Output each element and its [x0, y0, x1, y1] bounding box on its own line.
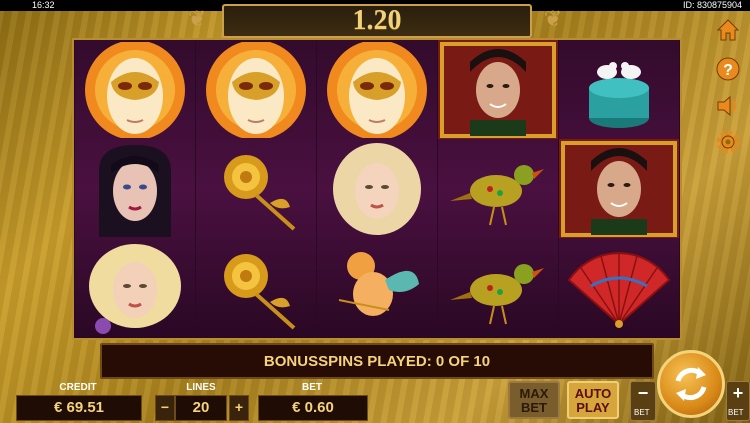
credit-value: € 69.51	[16, 395, 142, 421]
max-bet-label-1: MAX	[519, 386, 549, 401]
symbol-golden-rose	[196, 139, 316, 238]
right-scroll-ornament: ❦	[543, 6, 563, 31]
symbol-cupid	[317, 238, 437, 337]
symbol-red-fan	[559, 238, 679, 337]
reel-4	[438, 40, 558, 338]
bonus-spins-message: BONUSSPINS PLAYED: 0 OF 10	[263, 352, 491, 370]
symbol-venetian-mask	[75, 40, 195, 139]
lines-minus-button[interactable]: −	[155, 395, 175, 421]
symbol-jeweled-bird	[438, 238, 558, 337]
reel-3	[317, 40, 437, 338]
spin-button[interactable]	[657, 350, 725, 418]
bet-minus-label: BET	[634, 408, 650, 417]
help-icon[interactable]: ?	[714, 55, 742, 83]
win-value: 1.20	[352, 5, 402, 36]
home-icon[interactable]	[714, 16, 742, 44]
symbol-blonde-woman-flower	[75, 238, 195, 337]
game-id: ID: 830875904	[682, 0, 742, 10]
bet-label: BET	[302, 382, 322, 393]
auto-play-label-2: PLAY	[576, 400, 610, 415]
message-bar: BONUSSPINS PLAYED: 0 OF 10	[100, 343, 654, 379]
lines-plus-button[interactable]: +	[229, 395, 249, 421]
symbol-dark-haired-woman	[75, 139, 195, 238]
auto-play-label-1: AUTO	[574, 386, 612, 401]
reel-1	[75, 40, 195, 338]
bet-minus-symbol: −	[637, 383, 649, 403]
settings-icon[interactable]	[714, 128, 742, 156]
credit-label: CREDIT	[59, 382, 97, 393]
clock: 16:32	[32, 0, 55, 10]
symbol-man-portrait	[559, 139, 679, 238]
lines-label: LINES	[186, 382, 216, 393]
max-bet-button[interactable]: MAX BET	[508, 381, 560, 419]
reel-area	[72, 38, 682, 340]
reel-5	[559, 40, 679, 338]
svg-text:?: ?	[723, 62, 733, 79]
left-scroll-ornament: ❦	[187, 6, 207, 31]
sound-icon[interactable]	[714, 92, 742, 120]
symbol-jeweled-bird	[438, 139, 558, 238]
symbol-man-portrait	[438, 40, 558, 139]
max-bet-label-2: BET	[521, 400, 547, 415]
symbol-blonde-woman	[317, 139, 437, 238]
auto-play-button[interactable]: AUTO PLAY	[567, 381, 619, 419]
symbol-doves-jewelry-box	[559, 40, 679, 139]
bet-plus-symbol: +	[732, 383, 744, 403]
lines-value: 20	[175, 395, 227, 421]
symbol-golden-rose	[196, 238, 316, 337]
symbol-venetian-mask	[317, 40, 437, 139]
bet-value: € 0.60	[258, 395, 368, 421]
symbol-venetian-mask	[196, 40, 316, 139]
spin-arrows-icon	[675, 367, 707, 401]
win-display: 1.20	[222, 4, 532, 38]
bet-plus-label: BET	[728, 408, 744, 417]
reel-2	[196, 40, 316, 338]
